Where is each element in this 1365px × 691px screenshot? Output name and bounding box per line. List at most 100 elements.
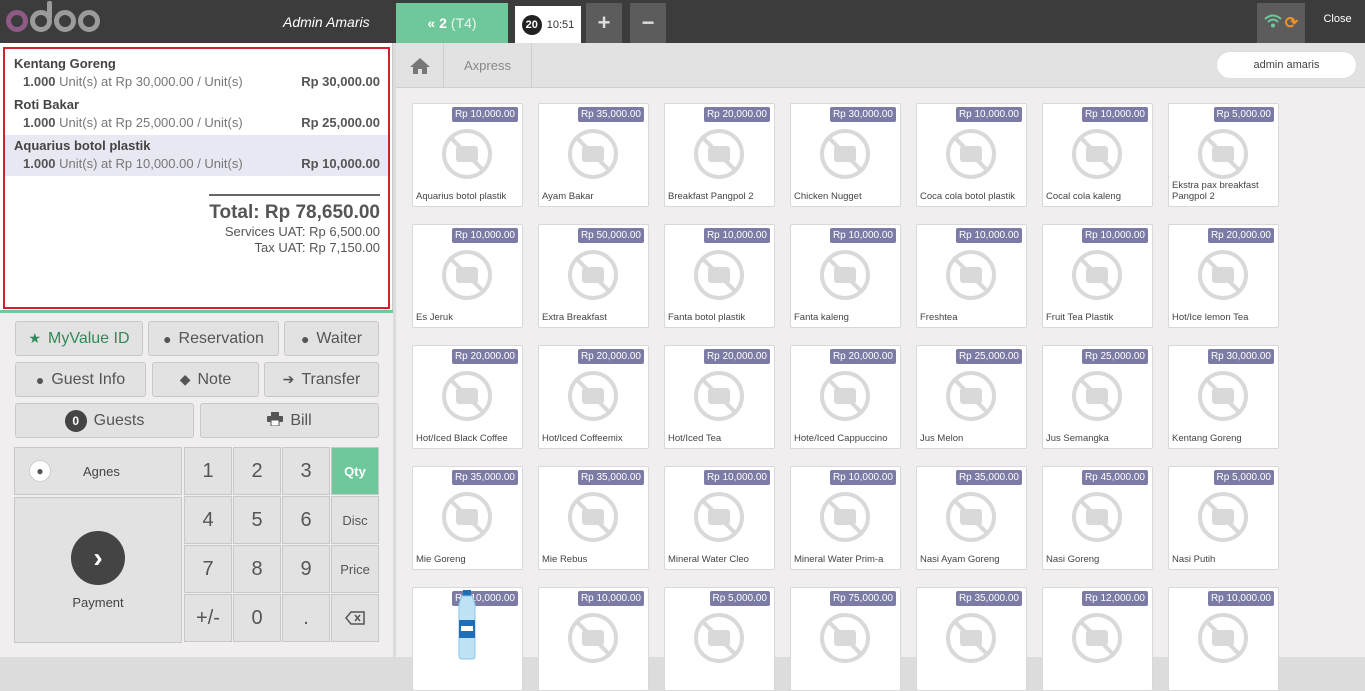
product-card[interactable]: Rp 35,000.00 Nasi Ayam Goreng	[916, 466, 1027, 570]
product-card[interactable]: Rp 75,000.00	[790, 587, 901, 691]
no-image-camera-icon	[568, 371, 618, 421]
no-image-camera-icon	[820, 129, 870, 179]
order-selector-active[interactable]: « 2 (T4)	[396, 3, 508, 43]
product-card[interactable]: Rp 10,000.00 Cocal cola kaleng	[1042, 103, 1153, 207]
product-card[interactable]: Rp 10,000.00 Es Jeruk	[412, 224, 523, 328]
product-card[interactable]: Rp 30,000.00 Chicken Nugget	[790, 103, 901, 207]
backspace-button[interactable]	[331, 594, 379, 642]
order-line[interactable]: Roti Bakar 1.000 Unit(s) at Rp 25,000.00…	[5, 94, 388, 135]
product-card[interactable]: Rp 10,000.00 Aquarius botol plastik	[412, 103, 523, 207]
product-name: Freshtea	[920, 312, 958, 323]
key-1[interactable]: 1	[184, 447, 232, 495]
product-card[interactable]: Rp 35,000.00	[916, 587, 1027, 691]
product-card[interactable]: Rp 10,000.00 Freshtea	[916, 224, 1027, 328]
product-card[interactable]: Rp 10,000.00 Fanta botol plastik	[664, 224, 775, 328]
order-line-detail: Unit(s) at Rp 25,000.00 / Unit(s)	[59, 115, 243, 130]
product-card[interactable]: Rp 35,000.00 Ayam Bakar	[538, 103, 649, 207]
product-card[interactable]: Rp 10,000.00 Mineral Water Prim-a	[790, 466, 901, 570]
product-card[interactable]: Rp 5,000.00	[664, 587, 775, 691]
product-card[interactable]: Rp 20,000.00 Hot/Iced Tea	[664, 345, 775, 449]
myvalue-label: MyValue ID	[48, 329, 130, 347]
product-card[interactable]: Rp 20,000.00 Breakfast Pangpol 2	[664, 103, 775, 207]
product-card[interactable]: Rp 10,000.00 Coca cola botol plastik	[916, 103, 1027, 207]
product-card[interactable]: Rp 10,000.00 Fanta kaleng	[790, 224, 901, 328]
no-image-camera-icon	[820, 250, 870, 300]
mode-disc[interactable]: Disc	[331, 496, 379, 544]
mode-price[interactable]: Price	[331, 545, 379, 593]
product-card[interactable]: Rp 50,000.00 Extra Breakfast	[538, 224, 649, 328]
reservation-button[interactable]: ● Reservation	[148, 321, 279, 356]
product-card[interactable]: Rp 10,000.00 Fruit Tea Plastik	[1042, 224, 1153, 328]
no-image-camera-icon	[1198, 613, 1248, 663]
key-decimal[interactable]: .	[282, 594, 330, 642]
guest-info-button[interactable]: ● Guest Info	[15, 362, 146, 397]
mode-qty[interactable]: Qty	[331, 447, 379, 495]
breadcrumb-category[interactable]: Axpress	[444, 43, 532, 88]
product-card[interactable]: Rp 35,000.00 Mie Goreng	[412, 466, 523, 570]
note-button[interactable]: ◆ Note	[152, 362, 259, 397]
product-card[interactable]: Rp 20,000.00 Hote/Iced Cappuccino	[790, 345, 901, 449]
user-pill[interactable]: admin amaris	[1216, 51, 1357, 79]
product-screen: Axpress admin amaris Rp 10,000.00 Aquariu…	[396, 43, 1365, 691]
key-9[interactable]: 9	[282, 545, 330, 593]
product-price: Rp 45,000.00	[1081, 470, 1148, 485]
product-price: Rp 20,000.00	[451, 349, 518, 364]
key-6[interactable]: 6	[282, 496, 330, 544]
key-5[interactable]: 5	[233, 496, 281, 544]
product-price: Rp 35,000.00	[577, 107, 644, 122]
status-indicator[interactable]: ⟳	[1257, 3, 1305, 43]
close-button[interactable]: Close	[1310, 13, 1365, 25]
order-pane: Kentang Goreng 1.000 Unit(s) at Rp 30,00…	[0, 43, 393, 657]
order-table: (T4)	[450, 15, 477, 31]
product-price: Rp 25,000.00	[1081, 349, 1148, 364]
payment-button[interactable]: › Payment	[14, 497, 182, 643]
product-card[interactable]: Rp 30,000.00 Kentang Goreng	[1168, 345, 1279, 449]
product-price: Rp 10,000.00	[1081, 107, 1148, 122]
product-card[interactable]: Rp 10,000.00	[1168, 587, 1279, 691]
home-button[interactable]	[396, 43, 444, 88]
guests-button[interactable]: 0 Guests	[15, 403, 194, 438]
product-card[interactable]: Rp 20,000.00 Hot/Iced Black Coffee	[412, 345, 523, 449]
key-4[interactable]: 4	[184, 496, 232, 544]
product-card[interactable]: Rp 10,000.00	[412, 587, 523, 691]
chevron-right-icon: ›	[71, 530, 125, 585]
key-plus-minus[interactable]: +/-	[184, 594, 232, 642]
chevron-left-icon: «	[427, 15, 440, 31]
key-2[interactable]: 2	[233, 447, 281, 495]
myvalue-button[interactable]: ★ MyValue ID	[15, 321, 143, 356]
note-label: Note	[197, 370, 232, 388]
product-card[interactable]: Rp 5,000.00 Nasi Putih	[1168, 466, 1279, 570]
customer-button[interactable]: ● Agnes	[14, 447, 182, 495]
order-summary: Total: Rp 78,650.00 Services UAT: Rp 6,5…	[5, 194, 380, 256]
key-8[interactable]: 8	[233, 545, 281, 593]
remove-order-button[interactable]: −	[630, 3, 666, 43]
order-tab[interactable]: 20 10:51	[515, 6, 581, 43]
cashier-name[interactable]: Admin Amaris	[283, 14, 370, 30]
product-card[interactable]: Rp 12,000.00	[1042, 587, 1153, 691]
product-card[interactable]: Rp 25,000.00 Jus Semangka	[1042, 345, 1153, 449]
key-0[interactable]: 0	[233, 594, 281, 642]
product-card[interactable]: Rp 10,000.00 Mineral Water Cleo	[664, 466, 775, 570]
order-line-selected[interactable]: Aquarius botol plastik 1.000 Unit(s) at …	[5, 135, 388, 176]
product-name: Hot/Iced Coffeemix	[542, 433, 623, 444]
bill-button[interactable]: Bill	[200, 403, 379, 438]
order-line[interactable]: Kentang Goreng 1.000 Unit(s) at Rp 30,00…	[5, 53, 388, 94]
product-price: Rp 20,000.00	[829, 349, 896, 364]
product-price: Rp 35,000.00	[577, 470, 644, 485]
product-price: Rp 10,000.00	[955, 228, 1022, 243]
no-image-camera-icon	[946, 129, 996, 179]
product-card[interactable]: Rp 20,000.00 Hot/Ice lemon Tea	[1168, 224, 1279, 328]
product-card[interactable]: Rp 10,000.00	[538, 587, 649, 691]
transfer-button[interactable]: ➔ Transfer	[264, 362, 379, 397]
product-card[interactable]: Rp 45,000.00 Nasi Goreng	[1042, 466, 1153, 570]
product-card[interactable]: Rp 35,000.00 Mie Rebus	[538, 466, 649, 570]
product-card[interactable]: Rp 20,000.00 Hot/Iced Coffeemix	[538, 345, 649, 449]
product-card[interactable]: Rp 5,000.00 Ekstra pax breakfast Pangpol …	[1168, 103, 1279, 207]
product-card[interactable]: Rp 25,000.00 Jus Melon	[916, 345, 1027, 449]
no-image-camera-icon	[442, 250, 492, 300]
key-7[interactable]: 7	[184, 545, 232, 593]
product-name: Hot/Iced Black Coffee	[416, 433, 508, 444]
waiter-button[interactable]: ● Waiter	[284, 321, 379, 356]
key-3[interactable]: 3	[282, 447, 330, 495]
add-order-button[interactable]: +	[586, 3, 622, 43]
